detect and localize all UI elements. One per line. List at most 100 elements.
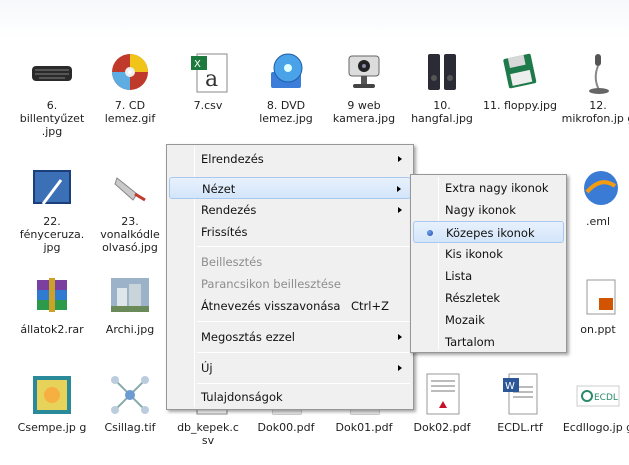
svg-text:X: X	[194, 59, 201, 70]
menu-item-sort[interactable]: Rendezés	[169, 199, 411, 221]
view-details[interactable]: Részletek	[413, 287, 564, 309]
menu-item-label: Elrendezés	[201, 152, 264, 166]
menu-item-label: Megosztás ezzel	[201, 330, 295, 344]
menu-item-shortcut: Ctrl+Z	[351, 299, 389, 313]
file-label: 6. billentyűzet .jpg	[19, 99, 85, 138]
view-extra-large-icons[interactable]: Extra nagy ikonok	[413, 177, 564, 199]
file-item[interactable]: Dok02.pdf	[402, 372, 482, 434]
context-menu: Elrendezés Nézet Rendezés Frissítés Beil…	[166, 144, 414, 410]
file-item[interactable]: Csempe.jp g	[12, 372, 92, 434]
keyboard-icon	[29, 50, 75, 96]
submenu-arrow-icon	[397, 186, 401, 192]
image-icon	[107, 274, 153, 320]
rar-icon	[29, 274, 75, 320]
file-label: Csillag.tif	[104, 421, 156, 434]
file-item[interactable]: on.ppt	[558, 274, 629, 336]
menu-item-label: Tartalom	[445, 335, 495, 349]
menu-item-label: Tulajdonságok	[201, 390, 283, 404]
file-label: 9 web kamera.jpg	[332, 99, 396, 125]
svg-text:ECDL: ECDL	[594, 393, 618, 403]
barcode-reader-icon	[107, 166, 153, 212]
menu-item-label: Mozaik	[445, 313, 485, 327]
dvd-icon	[263, 50, 309, 96]
file-item[interactable]: 23. vonalkódle olvasó.jpg	[90, 166, 170, 254]
file-label: Dok02.pdf	[413, 421, 471, 434]
file-label: Dok01.pdf	[335, 421, 393, 434]
file-item[interactable]: ECDL Ecdllogo.jp g	[558, 372, 629, 434]
submenu-arrow-icon	[398, 365, 402, 371]
view-large-icons[interactable]: Nagy ikonok	[413, 199, 564, 221]
menu-item-undo-rename[interactable]: Átnevezés visszavonása Ctrl+Z	[169, 295, 411, 317]
lightpen-icon	[29, 166, 75, 212]
view-content[interactable]: Tartalom	[413, 331, 564, 353]
microphone-icon	[575, 50, 621, 96]
file-item[interactable]: Archi.jpg	[90, 274, 170, 336]
ppt-icon	[575, 274, 621, 320]
menu-item-new[interactable]: Új	[169, 357, 411, 379]
menu-item-label: Részletek	[445, 291, 501, 305]
menu-item-arrange[interactable]: Elrendezés	[169, 148, 411, 170]
menu-separator	[197, 383, 410, 384]
file-label: 11. floppy.jpg	[482, 99, 558, 112]
file-label: 8. DVD lemez.jpg	[259, 99, 313, 125]
menu-item-label: Átnevezés visszavonása	[201, 299, 341, 313]
menu-item-paste-shortcut[interactable]: Parancsikon beillesztése	[169, 273, 411, 295]
menu-item-label: Parancsikon beillesztése	[201, 277, 341, 291]
file-label: .eml	[585, 215, 611, 228]
file-item[interactable]: 9 web kamera.jpg	[324, 50, 404, 125]
menu-item-label: Beillesztés	[201, 255, 263, 269]
menu-item-label: Lista	[445, 269, 473, 283]
file-label: db_kepek.c sv	[177, 421, 239, 447]
menu-item-label: Rendezés	[201, 203, 257, 217]
menu-item-label: Frissítés	[201, 225, 248, 239]
view-list[interactable]: Lista	[413, 265, 564, 287]
menu-item-label: Nagy ikonok	[445, 203, 516, 217]
file-item[interactable]: W ECDL.rtf	[480, 372, 560, 434]
view-tiles[interactable]: Mozaik	[413, 309, 564, 331]
file-label: 7. CD lemez.gif	[104, 99, 156, 125]
file-item[interactable]: .eml	[558, 166, 629, 228]
file-item[interactable]: 6. billentyűzet .jpg	[12, 50, 92, 138]
file-item[interactable]: 12. mikrofon.jp g	[558, 50, 629, 125]
view-small-icons[interactable]: Kis ikonok	[413, 243, 564, 265]
view-medium-icons[interactable]: Közepes ikonok	[413, 221, 564, 243]
menu-item-label: Kis ikonok	[445, 247, 503, 261]
file-label: Dok00.pdf	[257, 421, 315, 434]
ecdl-logo-icon: ECDL	[575, 372, 621, 418]
file-item[interactable]: állatok2.rar	[12, 274, 92, 336]
file-item[interactable]: Csillag.tif	[90, 372, 170, 434]
csv-icon: Xa	[185, 50, 231, 96]
menu-item-label: Extra nagy ikonok	[445, 181, 549, 195]
file-label: 22. fényceruza. jpg	[19, 215, 85, 254]
svg-text:a: a	[205, 67, 218, 92]
pdf-icon	[419, 372, 465, 418]
file-item[interactable]: 11. floppy.jpg	[480, 50, 560, 112]
file-label: Csempe.jp g	[17, 421, 87, 434]
file-item[interactable]: 22. fényceruza. jpg	[12, 166, 92, 254]
webcam-icon	[341, 50, 387, 96]
menu-separator	[197, 352, 410, 353]
speaker-icon	[419, 50, 465, 96]
submenu-arrow-icon	[398, 207, 402, 213]
menu-separator	[197, 246, 410, 247]
selected-radio-icon	[427, 230, 433, 236]
menu-item-view[interactable]: Nézet	[169, 177, 411, 199]
menu-item-paste[interactable]: Beillesztés	[169, 251, 411, 273]
file-label: 10. hangfal.jpg	[411, 99, 473, 125]
file-item[interactable]: 8. DVD lemez.jpg	[246, 50, 326, 125]
star-diagram-icon	[107, 372, 153, 418]
file-item[interactable]: 7. CD lemez.gif	[90, 50, 170, 125]
menu-separator	[197, 321, 410, 322]
file-item[interactable]: Xa 7.csv	[168, 50, 248, 112]
menu-item-properties[interactable]: Tulajdonságok	[169, 386, 411, 408]
word-icon: W	[497, 372, 543, 418]
submenu-arrow-icon	[398, 334, 402, 340]
menu-item-refresh[interactable]: Frissítés	[169, 221, 411, 243]
menu-item-share-with[interactable]: Megosztás ezzel	[169, 326, 411, 348]
image-icon	[29, 372, 75, 418]
menu-item-label: Új	[201, 361, 213, 375]
file-label: állatok2.rar	[20, 323, 84, 336]
file-label: on.ppt	[580, 323, 616, 336]
file-label: 12. mikrofon.jp g	[561, 99, 629, 125]
file-item[interactable]: 10. hangfal.jpg	[402, 50, 482, 125]
